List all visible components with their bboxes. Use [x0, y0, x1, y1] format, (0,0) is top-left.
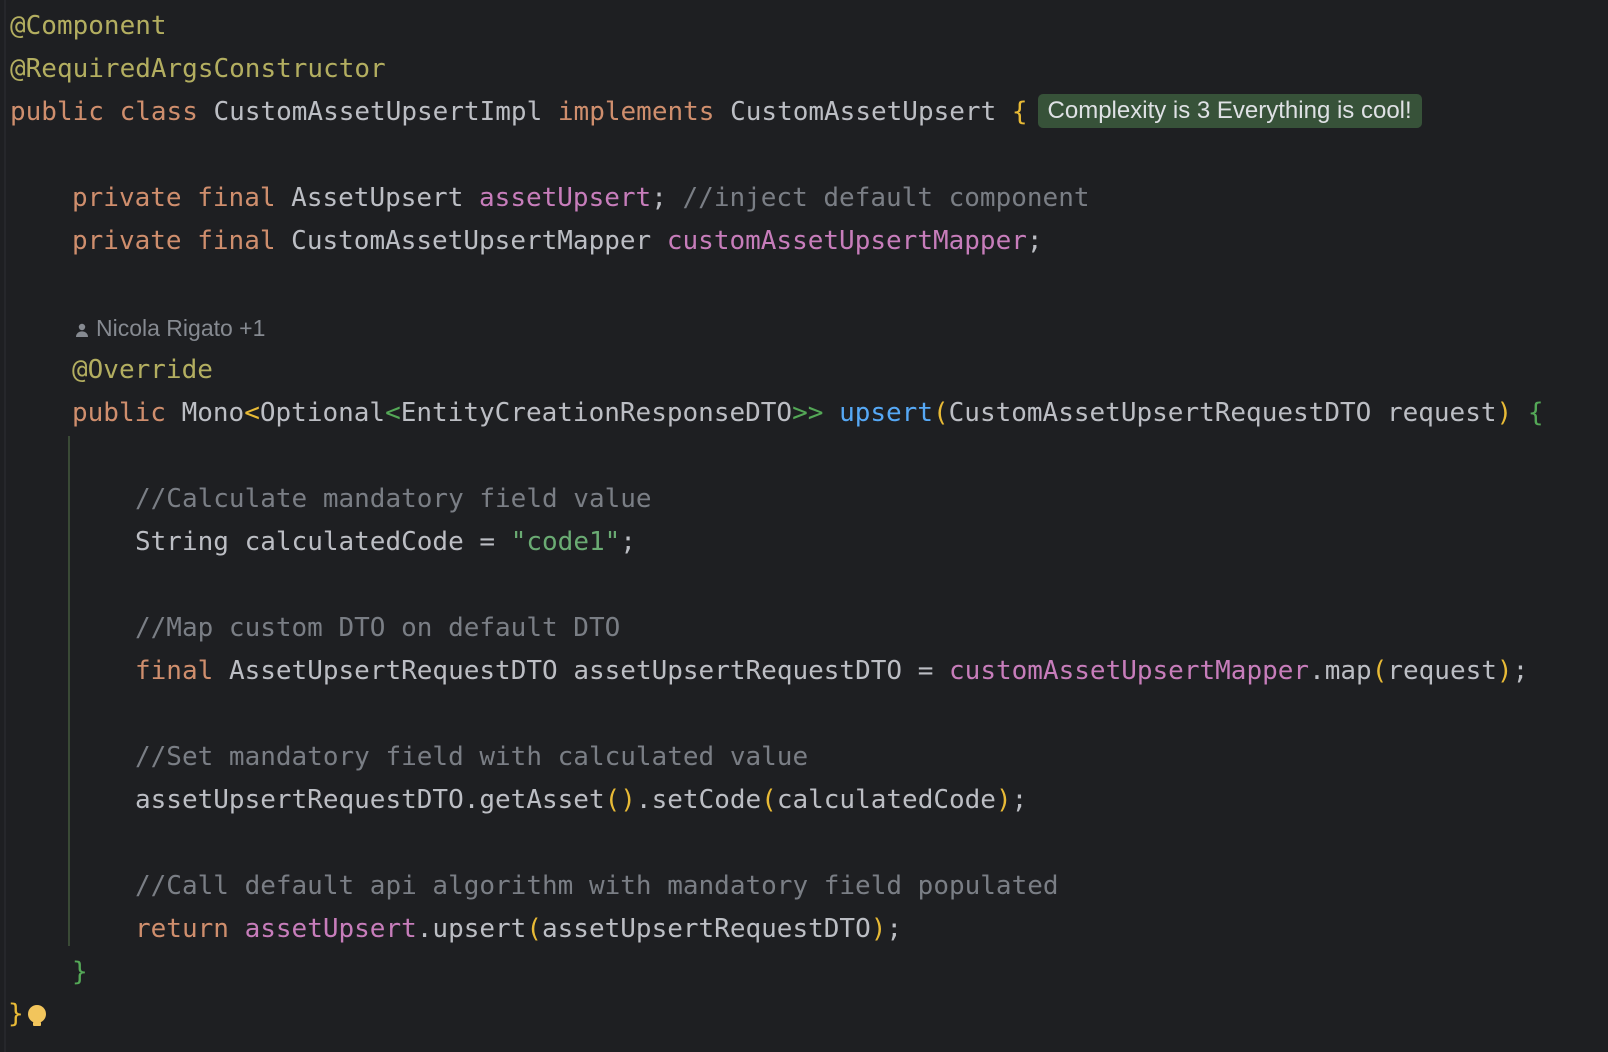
param-name: request	[1386, 398, 1497, 428]
call-arg: assetUpsertRequestDTO	[542, 914, 871, 944]
generic-open: <	[244, 398, 260, 428]
field-type: CustomAssetUpsertMapper	[291, 226, 652, 256]
paren-open: (	[932, 398, 949, 428]
code-line-method-close[interactable]: }	[72, 950, 88, 994]
call-target: assetUpsertRequestDTO.getAsset	[135, 785, 605, 815]
assign-op: =	[479, 527, 496, 557]
gutter-divider	[4, 0, 6, 1052]
code-line-3[interactable]: public class CustomAssetUpsertImpl imple…	[10, 90, 1422, 134]
method-name: upsert	[839, 398, 933, 428]
return-type-optional: Optional	[259, 398, 386, 428]
generic-open: <	[385, 398, 401, 428]
person-icon	[76, 323, 88, 337]
semicolon: ;	[1011, 785, 1028, 815]
code-line-comment-map[interactable]: //Map custom DTO on default DTO	[135, 606, 620, 650]
comment: //Set mandatory field with calculated va…	[135, 742, 809, 772]
assign-op: =	[917, 656, 934, 686]
paren-open: (	[1371, 656, 1388, 686]
complexity-badge[interactable]: Complexity is 3 Everything is cool!	[1037, 94, 1422, 128]
semicolon: ;	[1512, 656, 1529, 686]
method-close-brace: }	[72, 957, 88, 987]
empty-parens: ()	[604, 785, 636, 815]
method-call: .upsert	[416, 914, 527, 944]
field-name: assetUpsert	[479, 183, 652, 213]
code-line-comment-set[interactable]: //Set mandatory field with calculated va…	[135, 735, 808, 779]
field-ref: assetUpsert	[244, 914, 417, 944]
keyword-final: final	[197, 183, 276, 213]
string-literal: "code1"	[510, 527, 621, 557]
inline-comment: //inject default component	[682, 183, 1090, 213]
class-name: CustomAssetUpsertImpl	[213, 97, 543, 127]
paren-close: )	[1496, 656, 1513, 686]
keyword-implements: implements	[557, 97, 715, 127]
paren-open: (	[526, 914, 542, 944]
call-arg: request	[1387, 656, 1497, 686]
author-label: Nicola Rigato +1	[96, 315, 266, 341]
code-line-comment-call[interactable]: //Call default api algorithm with mandat…	[135, 864, 1059, 908]
code-line-method-signature[interactable]: public Mono<Optional<EntityCreationRespo…	[72, 391, 1543, 435]
code-line-set-code[interactable]: assetUpsertRequestDTO.getAsset().setCode…	[135, 778, 1027, 822]
field-type: AssetUpsert	[291, 183, 464, 213]
keyword-class: class	[119, 97, 198, 127]
code-line-field-mapper[interactable]: private final CustomAssetUpsertMapper cu…	[72, 219, 1043, 263]
var-type: String	[135, 527, 229, 557]
paren-close: )	[870, 914, 887, 944]
paren-close: )	[995, 785, 1012, 815]
paren-close: )	[1496, 398, 1513, 428]
code-line-return[interactable]: return assetUpsert.upsert(assetUpsertReq…	[135, 907, 902, 951]
code-line-override[interactable]: @Override	[72, 348, 213, 392]
comment: //Call default api algorithm with mandat…	[135, 871, 1059, 901]
generic-close: >>	[792, 398, 824, 428]
var-name: calculatedCode	[244, 527, 464, 557]
keyword-private: private	[72, 226, 182, 256]
keyword-final: final	[197, 226, 276, 256]
method-call: .setCode	[635, 785, 762, 815]
class-open-brace: {	[1011, 97, 1028, 127]
code-editor[interactable]: @Component @RequiredArgsConstructor publ…	[0, 0, 1608, 1052]
return-type-dto: EntityCreationResponseDTO	[400, 398, 793, 428]
comment: //Map custom DTO on default DTO	[135, 613, 621, 643]
code-author-hint[interactable]: Nicola Rigato +1	[74, 308, 265, 348]
method-open-brace: {	[1527, 398, 1544, 428]
semicolon: ;	[651, 183, 667, 213]
paren-open: (	[761, 785, 777, 815]
keyword-public: public	[10, 97, 104, 127]
code-line-class-close[interactable]: }	[8, 992, 48, 1036]
keyword-public: public	[72, 398, 166, 428]
keyword-return: return	[135, 914, 229, 944]
semicolon: ;	[620, 527, 636, 557]
code-line-field-asset-upsert[interactable]: private final AssetUpsert assetUpsert; /…	[72, 176, 1090, 220]
code-line-map-call[interactable]: final AssetUpsertRequestDTO assetUpsertR…	[135, 649, 1528, 693]
annotation-required-args: @RequiredArgsConstructor	[10, 54, 386, 84]
code-line-2[interactable]: @RequiredArgsConstructor	[10, 47, 386, 91]
method-call: .map	[1309, 656, 1372, 686]
lightbulb-icon[interactable]	[26, 998, 48, 1042]
annotation-override: @Override	[72, 355, 213, 385]
annotation-component: @Component	[10, 11, 167, 41]
field-name: customAssetUpsertMapper	[666, 226, 1027, 256]
keyword-final: final	[135, 656, 214, 686]
semicolon: ;	[1026, 226, 1043, 256]
code-line-1[interactable]: @Component	[10, 4, 167, 48]
code-line-comment-calc[interactable]: //Calculate mandatory field value	[135, 477, 652, 521]
var-type: AssetUpsertRequestDTO	[228, 656, 558, 686]
semicolon: ;	[886, 914, 903, 944]
return-type-mono: Mono	[181, 398, 245, 428]
field-ref: customAssetUpsertMapper	[949, 656, 1310, 686]
indent-guide	[68, 436, 70, 946]
class-close-brace: }	[8, 999, 24, 1029]
code-line-string-decl[interactable]: String calculatedCode = "code1";	[135, 520, 636, 564]
interface-name: CustomAssetUpsert	[730, 97, 997, 127]
var-name: assetUpsertRequestDTO	[573, 656, 903, 686]
keyword-private: private	[72, 183, 182, 213]
param-type: CustomAssetUpsertRequestDTO	[948, 398, 1372, 428]
comment: //Calculate mandatory field value	[135, 484, 652, 514]
call-arg: calculatedCode	[776, 785, 996, 815]
